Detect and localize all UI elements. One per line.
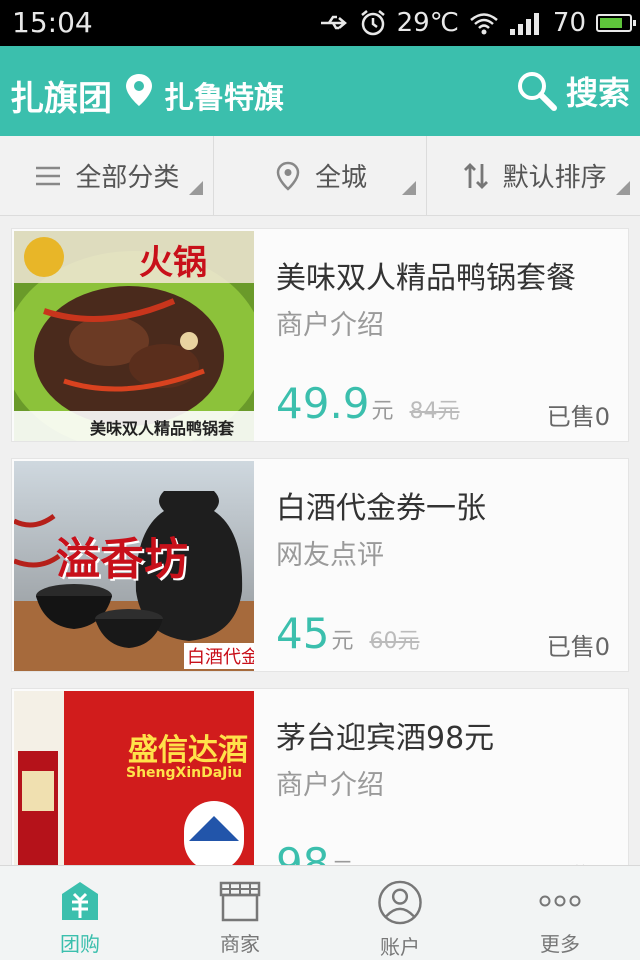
app-header: 扎旗团 扎鲁特旗 搜索: [0, 46, 640, 136]
dropdown-corner-icon: [188, 181, 203, 195]
original-price: 60元: [369, 629, 420, 654]
search-button[interactable]: 搜索: [516, 64, 630, 118]
signal-icon: [509, 13, 539, 35]
sold-count: 已售0: [546, 633, 610, 661]
image-caption-text: 美味双人精品鸭锅套: [90, 419, 235, 438]
status-bar: 15:04 29℃ 70: [0, 0, 640, 46]
battery-percent: 70: [552, 8, 586, 38]
tab-label: 账户: [380, 935, 420, 959]
tab-label: 团购: [60, 932, 100, 956]
deal-subtitle: 网友点评: [276, 540, 384, 571]
image-title-text: 盛信达酒: [128, 733, 248, 768]
menu-icon: [33, 161, 63, 191]
usb-icon: [320, 15, 347, 30]
filter-category[interactable]: 全部分类: [0, 136, 213, 215]
search-icon: [517, 72, 557, 111]
sold-count: 已售0: [546, 403, 610, 431]
deal-price: 98: [276, 839, 330, 865]
price-row: 98 元: [276, 839, 353, 865]
deal-subtitle: 商户介绍: [276, 310, 384, 341]
deal-title: 白酒代金券一张: [276, 491, 486, 526]
status-temperature: 29℃: [396, 8, 459, 38]
deal-price: 49.9: [276, 379, 370, 428]
original-price: 84元: [409, 399, 460, 424]
filter-label: 默认排序: [502, 163, 607, 193]
price-unit: 元: [331, 629, 354, 654]
image-title-text: 火锅: [139, 243, 207, 283]
sort-arrows-icon: [461, 161, 491, 191]
deal-price: 45: [276, 609, 330, 658]
status-icons: 29℃ 70: [319, 6, 636, 40]
deal-image: 溢香坊 白酒代金: [14, 461, 254, 671]
image-caption-text: 白酒代金: [184, 643, 254, 669]
app-title: 扎旗团: [10, 79, 112, 119]
location-pin-icon[interactable]: [124, 72, 154, 108]
tab-label: 商家: [220, 932, 260, 956]
wifi-icon: [470, 13, 498, 35]
tab-group-buy[interactable]: 团购: [0, 866, 160, 960]
deal-image: 盛信达酒 ShengXinDaJiu: [14, 691, 254, 865]
dropdown-corner-icon: [402, 181, 417, 195]
search-label: 搜索: [565, 74, 630, 112]
status-time: 15:04: [12, 6, 93, 39]
deal-subtitle: 商户介绍: [276, 770, 384, 801]
more-dots-icon: [539, 895, 581, 907]
tab-account[interactable]: 账户: [320, 866, 480, 960]
price-row: 45 元 60元: [276, 609, 419, 658]
deal-card[interactable]: 火锅 美味双人精品鸭锅套 美味双人精品鸭锅套餐 商户介绍 49.9 元 84元 …: [11, 228, 629, 442]
filter-label: 全城: [315, 163, 368, 193]
filter-area[interactable]: 全城: [212, 136, 427, 215]
price-unit: 元: [331, 853, 353, 865]
filter-label: 全部分类: [75, 163, 180, 193]
deal-title: 茅台迎宾酒98元: [276, 721, 495, 756]
price-row: 49.9 元 84元: [276, 379, 460, 428]
tab-more[interactable]: 更多: [480, 866, 640, 960]
store-icon: [219, 881, 261, 922]
city-selector[interactable]: 扎鲁特旗: [164, 73, 284, 117]
location-pin-icon: [273, 161, 303, 191]
battery-icon: [596, 14, 636, 32]
deal-list[interactable]: 火锅 美味双人精品鸭锅套 美味双人精品鸭锅套餐 商户介绍 49.9 元 84元 …: [0, 217, 640, 865]
tab-merchants[interactable]: 商家: [160, 866, 320, 960]
image-title-text: 溢香坊: [56, 534, 188, 585]
image-caption-text: ShengXinDaJiu: [126, 765, 243, 781]
bottom-tab-bar: 团购 商家 账户 更多: [0, 865, 640, 960]
group-buy-icon: [62, 882, 98, 920]
filter-sort[interactable]: 默认排序: [426, 136, 640, 215]
filter-bar: 全部分类 全城 默认排序: [0, 136, 640, 216]
deal-card[interactable]: 溢香坊 白酒代金 白酒代金券一张 网友点评 45 元 60元 已售0: [11, 458, 629, 672]
deal-title: 美味双人精品鸭锅套餐: [276, 261, 576, 296]
dropdown-corner-icon: [616, 181, 631, 195]
price-unit: 元: [371, 399, 394, 424]
deal-card[interactable]: 盛信达酒 ShengXinDaJiu 茅台迎宾酒98元 商户介绍 98 元 已售…: [11, 688, 629, 865]
user-icon: [378, 880, 422, 925]
deal-image: 火锅 美味双人精品鸭锅套: [14, 231, 254, 441]
sold-count: 已售0: [547, 857, 610, 865]
alarm-icon: [360, 10, 385, 36]
tab-label: 更多: [540, 932, 580, 956]
